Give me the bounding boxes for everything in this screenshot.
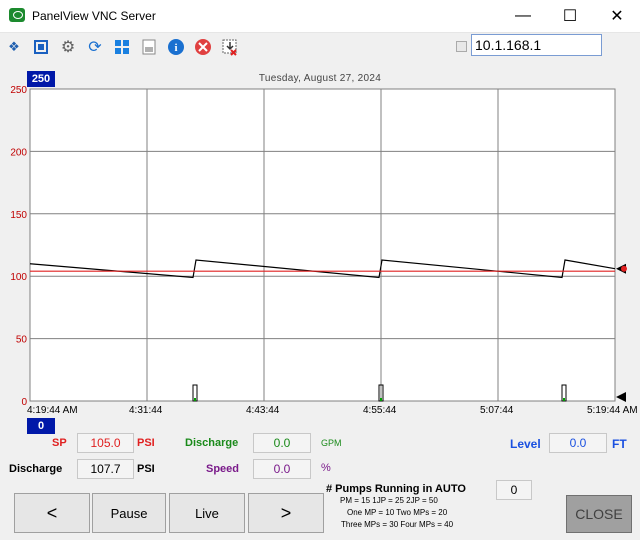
x-tick-label: 4:31:44 (129, 405, 163, 416)
discharge-unit: PSI (137, 463, 155, 475)
speed-value: 0.0 (253, 459, 311, 479)
prev-button[interactable]: < (14, 493, 90, 533)
connection-icon[interactable]: ❖ (5, 38, 23, 56)
disconnect-icon[interactable] (194, 38, 212, 56)
discharge-flow-value: 0.0 (253, 433, 311, 453)
sp-label: SP (52, 437, 67, 449)
level-unit: FT (612, 437, 627, 451)
y-tick-label: 50 (16, 335, 28, 346)
app-eye-icon (9, 8, 25, 22)
sp-value[interactable]: 105.0 (77, 433, 134, 453)
y-tick-label: 250 (10, 85, 27, 96)
level-value: 0.0 (549, 433, 607, 453)
discharge-flow-unit: GPM (321, 438, 342, 448)
close-icon[interactable]: ✕ (594, 0, 640, 32)
window-title: PanelView VNC Server (32, 9, 156, 23)
y-tick-label: 150 (10, 210, 27, 221)
svg-text:i: i (174, 42, 177, 54)
discharge-value: 107.7 (77, 459, 134, 479)
maximize-icon[interactable]: ☐ (547, 0, 593, 32)
pen-markers (616, 263, 627, 402)
y-axis-ticks: 250200150100500 (10, 85, 27, 406)
x-tick-label: 4:19:44 AM (27, 405, 78, 416)
x-tick-label: 4:55:44 (363, 405, 397, 416)
next-button[interactable]: > (248, 493, 324, 533)
discharge-flow-label: Discharge (185, 437, 239, 449)
y-min-box[interactable]: 0 (27, 418, 55, 434)
speed-unit: % (321, 462, 331, 474)
settings-icon[interactable]: ⚙ (59, 38, 77, 56)
discharge-label: Discharge (9, 463, 63, 475)
address-checkbox[interactable] (456, 41, 467, 52)
live-button[interactable]: Live (169, 493, 245, 533)
x-tick-label: 5:07:44 (480, 405, 514, 416)
setpoint-pen-marker (621, 265, 627, 272)
address-input[interactable]: 10.1.168.1 (471, 34, 602, 56)
fullscreen-icon[interactable] (32, 38, 50, 56)
pumps-value: 0 (496, 480, 532, 500)
sp-unit: PSI (137, 437, 155, 449)
pumps-title: # Pumps Running in AUTO (326, 483, 466, 495)
pumps-legend-line-1: PM = 15 1JP = 25 2JP = 50 (340, 496, 438, 505)
y-tick-label: 100 (10, 272, 27, 283)
pumps-legend-line-2: One MP = 10 Two MPs = 20 (347, 508, 448, 517)
pause-button[interactable]: Pause (92, 493, 166, 533)
file-transfer-icon[interactable] (140, 38, 158, 56)
y-tick-label: 200 (10, 147, 27, 158)
trend-chart: 250200150100500 (10, 85, 627, 406)
pump-pen-marker (616, 392, 626, 402)
title-bar: PanelView VNC Server — ☐ ✕ (0, 0, 640, 33)
refresh-icon[interactable]: ⟳ (86, 38, 104, 56)
trend-date: Tuesday, August 27, 2024 (258, 73, 382, 84)
speed-label: Speed (206, 463, 240, 475)
close-button[interactable]: CLOSE (566, 495, 632, 533)
windows-icon[interactable] (113, 38, 131, 56)
exit-icon[interactable] (221, 38, 239, 56)
info-icon[interactable]: i (167, 38, 185, 56)
pumps-legend-line-3: Three MPs = 30 Four MPs = 40 (341, 520, 454, 529)
x-tick-label: 4:43:44 (246, 405, 280, 416)
level-label: Level (510, 437, 541, 451)
x-tick-label: 5:19:44 AM (587, 405, 638, 416)
minimize-icon[interactable]: — (500, 0, 546, 32)
